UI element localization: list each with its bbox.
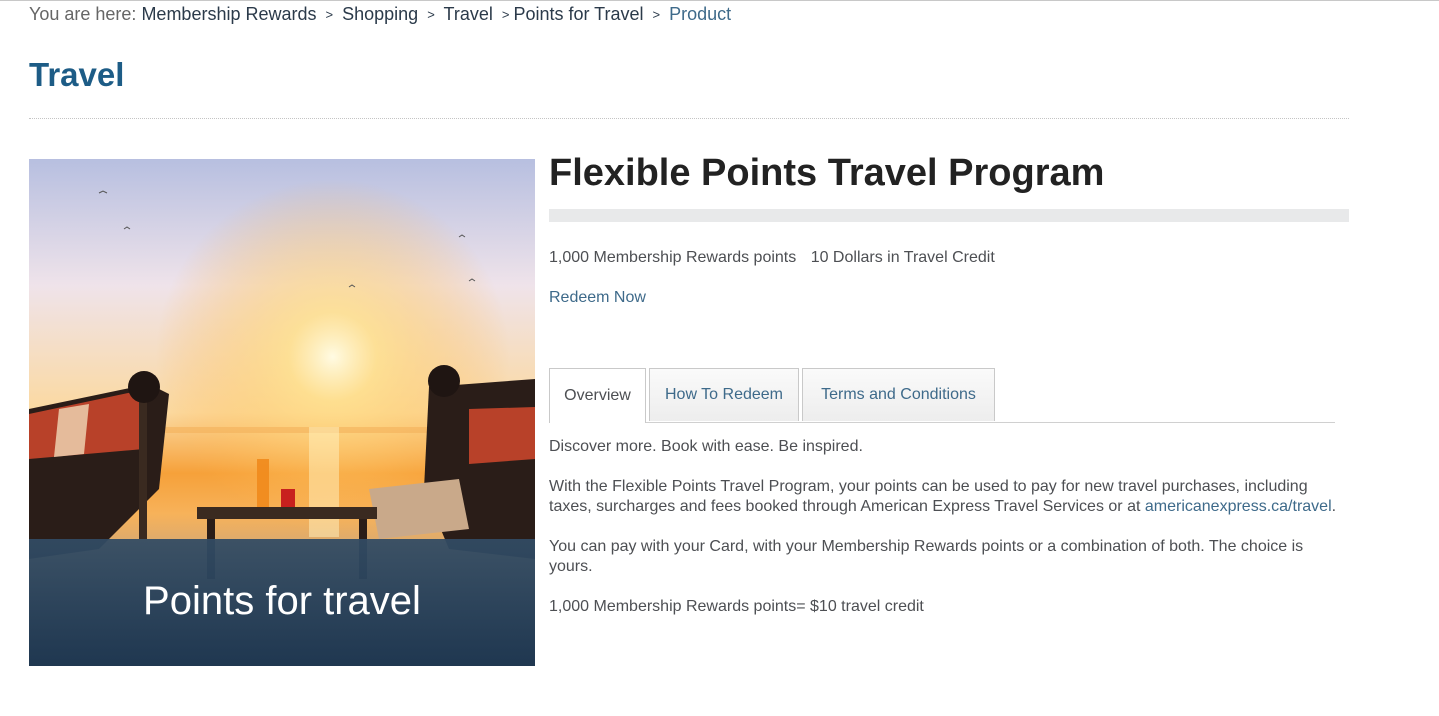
hero-image: Points for travel [29,159,535,666]
page-title: Travel [29,56,125,93]
title-divider [29,118,1349,119]
tab-overview[interactable]: Overview [549,368,646,423]
breadcrumb: You are here: Membership Rewards > Shopp… [29,4,731,25]
breadcrumb-travel[interactable]: Travel [444,4,493,24]
product-tabs: Overview How To Redeem Terms and Conditi… [549,368,1335,423]
overview-paragraph-end: . [1331,498,1337,515]
product-title: Flexible Points Travel Program [549,152,1105,194]
breadcrumb-membership-rewards[interactable]: Membership Rewards [141,4,316,24]
breadcrumb-prefix: You are here: [29,4,137,24]
overview-tagline: Discover more. Book with ease. Be inspir… [549,438,863,455]
overview-content: Discover more. Book with ease. Be inspir… [549,437,1349,637]
breadcrumb-separator: > [325,7,334,22]
conversion-rate-text: 1,000 Membership Rewards points= $10 tra… [549,598,924,615]
breadcrumb-points-for-travel[interactable]: Points for Travel [513,4,643,24]
title-underline-bar [549,209,1349,222]
breadcrumb-separator: > [652,7,661,22]
amex-travel-link[interactable]: americanexpress.ca/travel [1145,498,1332,515]
tab-how-to-redeem[interactable]: How To Redeem [649,368,799,421]
points-required: 1,000 Membership Rewards points [549,249,797,266]
breadcrumb-shopping[interactable]: Shopping [342,4,418,24]
payment-options-text: You can pay with your Card, with your Me… [549,538,1304,575]
overview-paragraph: With the Flexible Points Travel Program,… [549,477,1349,517]
breadcrumb-separator: > [427,7,435,22]
tab-terms-and-conditions[interactable]: Terms and Conditions [802,368,995,421]
credit-value: 10 Dollars in Travel Credit [810,249,995,266]
breadcrumb-current: Product [669,4,732,24]
hero-overlay-text: Points for travel [143,579,421,623]
points-info: 1,000 Membership Rewards points 10 Dolla… [549,249,995,267]
redeem-now-link[interactable]: Redeem Now [549,289,646,307]
top-border [0,0,1439,1]
breadcrumb-separator: > [501,7,510,22]
